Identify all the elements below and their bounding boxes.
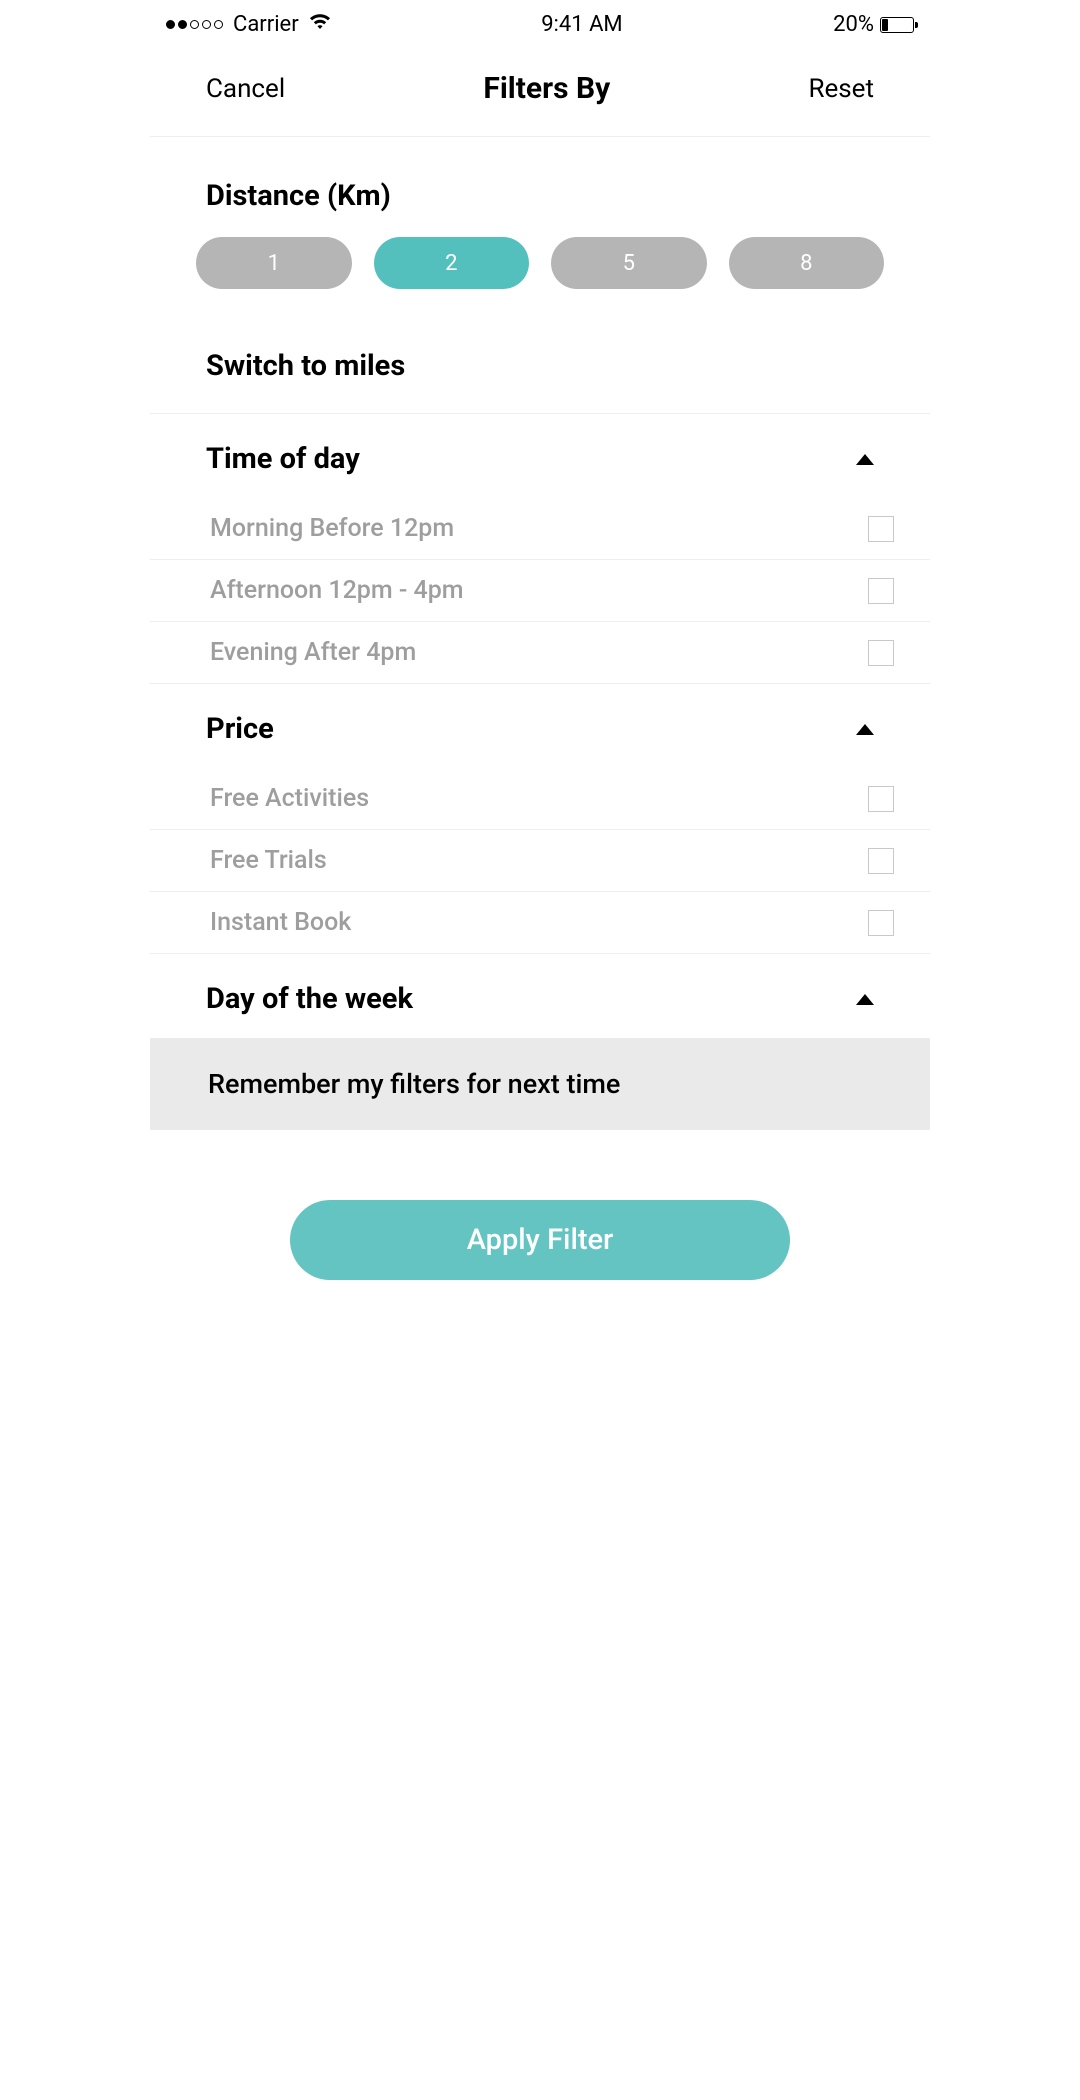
distance-title: Distance (Km) [150, 137, 930, 237]
option-label: Afternoon 12pm - 4pm [210, 576, 464, 605]
option-row[interactable]: Free Trials [150, 830, 930, 892]
battery-icon [880, 17, 914, 33]
option-label: Instant Book [210, 908, 351, 937]
checkbox-free-trials[interactable] [868, 848, 894, 874]
distance-option-2[interactable]: 2 [374, 237, 530, 289]
caret-up-icon [856, 454, 874, 465]
option-label: Free Trials [210, 846, 327, 875]
option-row[interactable]: Evening After 4pm [150, 622, 930, 684]
time-of-day-header[interactable]: Time of day [150, 414, 930, 498]
option-label: Free Activities [210, 784, 369, 813]
status-left: Carrier [166, 12, 331, 37]
price-header[interactable]: Price [150, 684, 930, 768]
day-of-week-title: Day of the week [206, 982, 413, 1016]
cancel-button[interactable]: Cancel [206, 74, 285, 104]
checkbox-afternoon[interactable] [868, 578, 894, 604]
option-row[interactable]: Instant Book [150, 892, 930, 954]
day-of-week-header[interactable]: Day of the week [150, 954, 930, 1038]
status-bar: Carrier 9:41 AM 20% [150, 0, 930, 49]
reset-button[interactable]: Reset [808, 74, 874, 104]
price-title: Price [206, 712, 274, 746]
apply-filter-button[interactable]: Apply Filter [290, 1200, 790, 1280]
switch-to-miles-button[interactable]: Switch to miles [150, 315, 930, 413]
status-time: 9:41 AM [541, 12, 622, 37]
status-right: 20% [833, 12, 914, 37]
distance-option-1[interactable]: 1 [196, 237, 352, 289]
price-section: Price Free Activities Free Trials Instan… [150, 684, 930, 954]
distance-option-5[interactable]: 5 [551, 237, 707, 289]
time-of-day-title: Time of day [206, 442, 360, 476]
distance-options: 1 2 5 8 [150, 237, 930, 315]
remember-filters-label: Remember my filters for next time [208, 1068, 872, 1100]
remember-filters-banner[interactable]: Remember my filters for next time [150, 1038, 930, 1130]
checkbox-morning[interactable] [868, 516, 894, 542]
distance-option-8[interactable]: 8 [729, 237, 885, 289]
distance-section: Distance (Km) 1 2 5 8 Switch to miles [150, 137, 930, 413]
checkbox-free-activities[interactable] [868, 786, 894, 812]
option-label: Evening After 4pm [210, 638, 416, 667]
page-title: Filters By [483, 71, 610, 106]
option-row[interactable]: Afternoon 12pm - 4pm [150, 560, 930, 622]
nav-bar: Cancel Filters By Reset [150, 49, 930, 136]
option-label: Morning Before 12pm [210, 514, 454, 543]
apply-container: Apply Filter [150, 1130, 930, 1320]
wifi-icon [309, 12, 331, 37]
battery-percent: 20% [833, 12, 874, 37]
day-of-week-section: Day of the week [150, 954, 930, 1038]
signal-dots-icon [166, 20, 223, 29]
option-row[interactable]: Free Activities [150, 768, 930, 830]
caret-up-icon [856, 994, 874, 1005]
checkbox-instant-book[interactable] [868, 910, 894, 936]
time-of-day-section: Time of day Morning Before 12pm Afternoo… [150, 414, 930, 684]
carrier-label: Carrier [233, 12, 299, 37]
option-row[interactable]: Morning Before 12pm [150, 498, 930, 560]
checkbox-evening[interactable] [868, 640, 894, 666]
caret-up-icon [856, 724, 874, 735]
